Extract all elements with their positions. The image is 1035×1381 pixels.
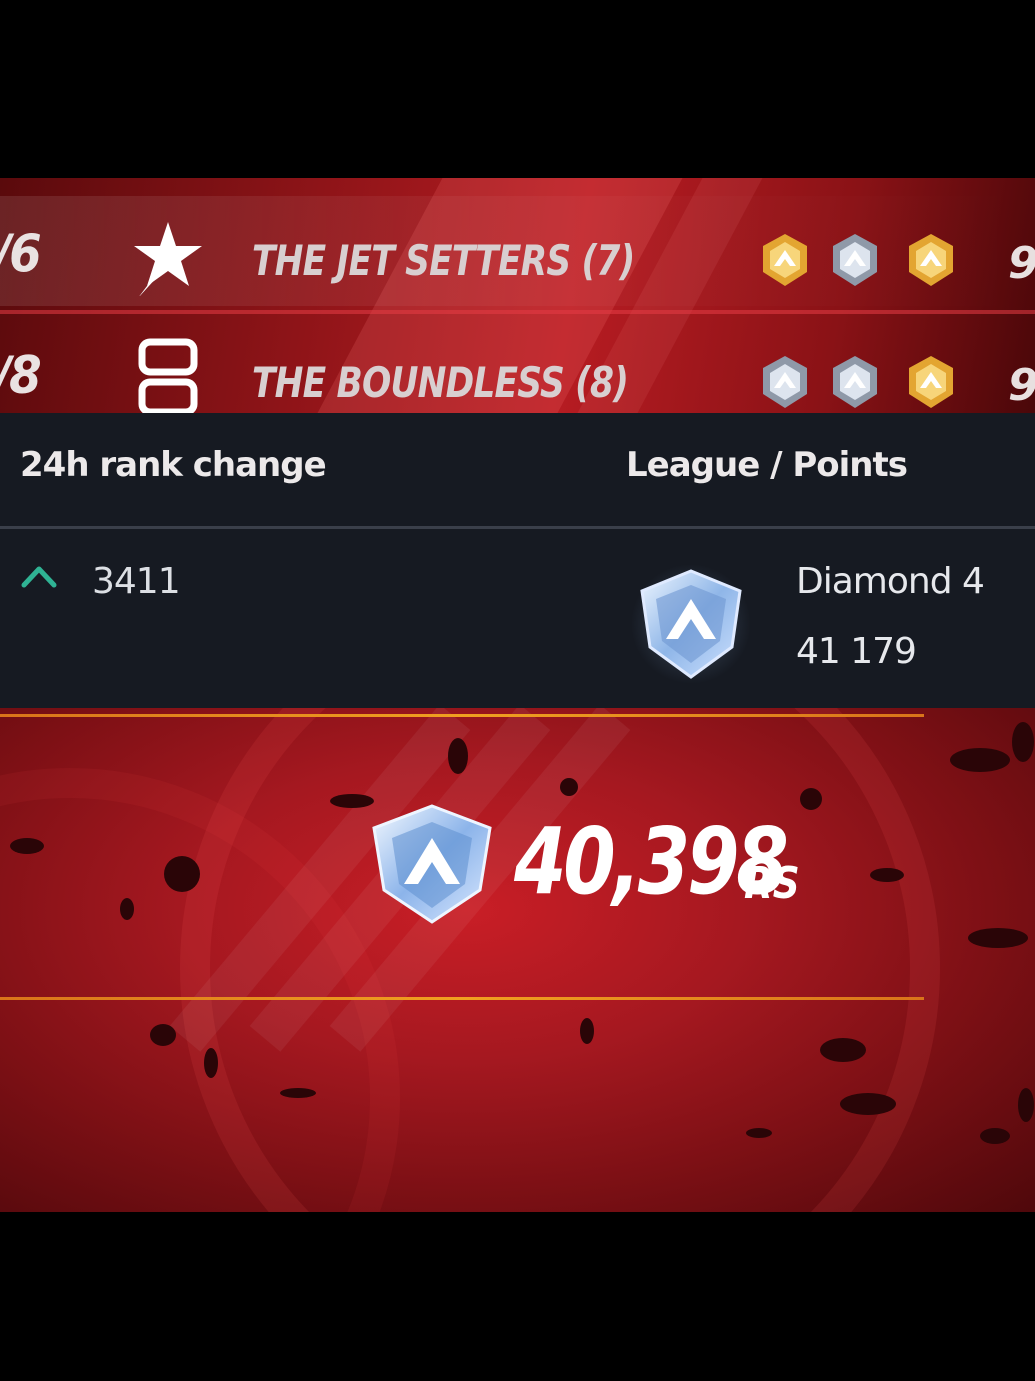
rank-stats-panel: 24h rank change League / Points 3411 Dia… (0, 413, 1035, 708)
rank-change-value: 3411 (92, 561, 181, 602)
silver-rank-badge-icon (833, 356, 877, 408)
reward-divider-bottom (0, 997, 924, 1000)
diamond-league-icon (631, 564, 751, 684)
league-name: Diamond 4 (796, 561, 985, 602)
team-place: /8 (0, 346, 42, 406)
silver-rank-badge-icon (833, 234, 877, 286)
rank-change-header: 24h rank change (20, 445, 327, 485)
reward-unit: RS (744, 858, 800, 909)
gold-rank-badge-icon (909, 234, 953, 286)
league-points-header: League / Points (626, 445, 908, 485)
stats-header-row: 24h rank change League / Points (0, 413, 1035, 529)
gold-rank-badge-icon (763, 234, 807, 286)
silver-rank-badge-icon (763, 356, 807, 408)
team-place: /6 (0, 224, 42, 284)
team-badges (760, 354, 960, 413)
team-name: THE JET SETTERS (7) (252, 236, 635, 285)
team-score: 9 (1008, 238, 1035, 289)
screen: /6 THE JET SETTERS (7) (0, 178, 1035, 1212)
team-standings: /6 THE JET SETTERS (7) (0, 178, 1035, 413)
reward-area: 40,398 RS (0, 708, 1035, 1212)
chevron-up-icon (21, 566, 57, 588)
reward-divider-top (0, 714, 924, 717)
team-row[interactable]: /8 THE BOUNDLESS (8) (0, 318, 1035, 413)
diamond-league-icon (372, 804, 492, 924)
star-icon (134, 222, 202, 296)
team-row[interactable]: /6 THE JET SETTERS (7) (0, 196, 1035, 314)
team-score: 9 (1008, 360, 1035, 411)
team-name: THE BOUNDLESS (8) (252, 358, 629, 407)
league-points: 41 179 (796, 631, 917, 672)
gold-rank-badge-icon (909, 356, 953, 408)
team-badges (760, 232, 960, 292)
double-bar-icon (138, 338, 198, 413)
